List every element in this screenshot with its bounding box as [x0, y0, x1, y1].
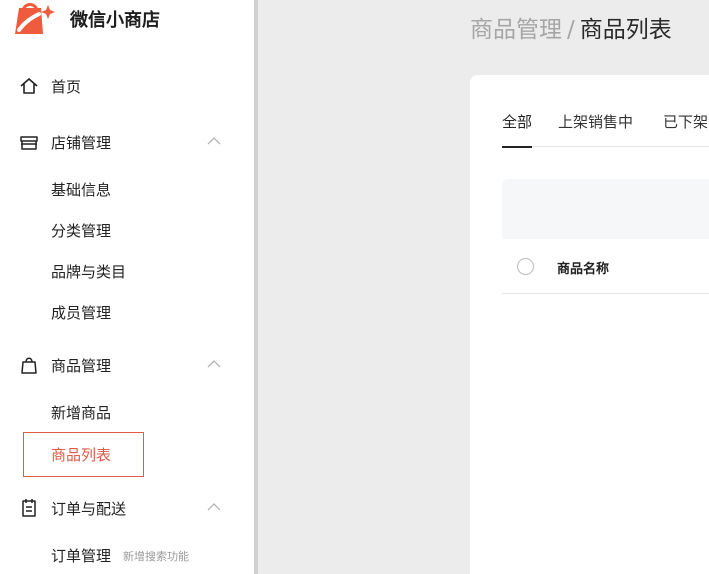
tab-delisted[interactable]: 已下架: [663, 111, 708, 147]
table-toolbar: [502, 179, 709, 239]
column-header-product-name: 商品名称: [557, 262, 610, 277]
sidebar-subitem-label: 新增商品: [51, 404, 112, 422]
sidebar-subitem-label: 基础信息: [51, 181, 112, 199]
shop-name: 微信小商店: [70, 10, 160, 31]
shop-logo-icon: [15, 3, 55, 34]
tab-all[interactable]: 全部: [502, 111, 533, 148]
sidebar-item-product-management[interactable]: 商品管理: [0, 351, 254, 379]
sidebar-subitem-brand-and-category[interactable]: 品牌与类目: [0, 259, 254, 283]
sidebar-subitem-member-management[interactable]: 成员管理: [0, 300, 254, 324]
sidebar-subitem-product-list[interactable]: 商品列表: [23, 432, 144, 477]
sidebar-subitem-category-management[interactable]: 分类管理: [0, 218, 254, 242]
sidebar-subitem-add-product[interactable]: 新增商品: [0, 400, 254, 424]
sidebar-item-label: 订单与配送: [51, 500, 127, 518]
sidebar-subitem-label: 分类管理: [51, 222, 112, 240]
breadcrumb: 商品管理 / 商品列表: [470, 10, 672, 44]
status-tabs: 全部 上架销售中 已下架: [502, 111, 709, 148]
page-title: 商品列表: [579, 17, 672, 43]
sidebar-subitem-basic-info[interactable]: 基础信息: [0, 177, 254, 201]
sidebar-subitem-label: 成员管理: [51, 304, 112, 322]
chevron-up-icon[interactable]: [207, 359, 221, 369]
sidebar-item-label: 首页: [51, 78, 82, 96]
sidebar-item-label: 商品管理: [51, 357, 112, 375]
sidebar-item-label: 店铺管理: [51, 134, 112, 152]
select-all-radio[interactable]: [517, 258, 534, 275]
chevron-up-icon[interactable]: [207, 136, 221, 146]
sidebar-subitem-label: 品牌与类目: [51, 263, 127, 281]
sidebar-subitem-label: 商品列表: [51, 446, 112, 464]
clipboard-icon: [22, 499, 36, 517]
home-icon: [20, 78, 38, 94]
sidebar-item-orders-and-delivery[interactable]: 订单与配送: [0, 494, 254, 522]
product-list-card: 全部 上架销售中 已下架 商品名称: [470, 75, 709, 574]
table-header-row: 商品名称: [502, 239, 709, 294]
sidebar-item-store-management[interactable]: 店铺管理: [0, 128, 254, 156]
sidebar-item-home[interactable]: 首页: [0, 72, 254, 100]
sidebar: 微信小商店 首页 店铺管理 基础信息 分类管理 品牌与类目 成员管理 商品管理: [0, 0, 258, 574]
sidebar-subitem-label: 订单管理: [51, 547, 112, 565]
new-feature-hint: 新增搜索功能: [123, 550, 189, 563]
chevron-up-icon[interactable]: [207, 502, 221, 512]
breadcrumb-parent[interactable]: 商品管理: [470, 17, 562, 43]
logo-row: 微信小商店: [0, 0, 254, 40]
shopping-bag-icon: [21, 357, 37, 374]
store-icon: [20, 136, 38, 150]
tab-on-sale[interactable]: 上架销售中: [558, 111, 633, 147]
breadcrumb-separator: /: [567, 17, 575, 43]
sidebar-subitem-order-management[interactable]: 订单管理 新增搜索功能: [0, 543, 254, 567]
